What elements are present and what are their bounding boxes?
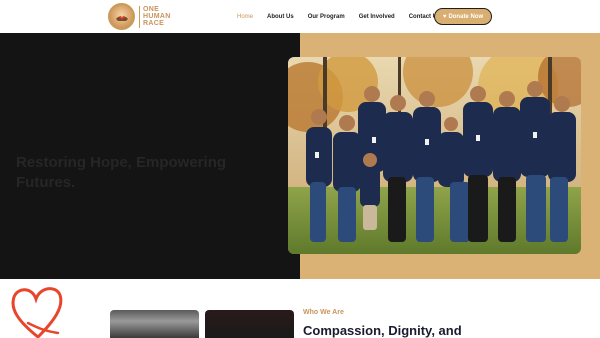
logo-line-3: RACE (143, 20, 165, 27)
logo-line-1: ONE (143, 6, 160, 13)
heart-outline-icon (11, 287, 63, 338)
logo-divider (139, 5, 140, 28)
section-title: Compassion, Dignity, and (303, 323, 462, 338)
donate-label: Donate Now (448, 13, 484, 20)
site-logo[interactable]: ONE HUMAN RACE (108, 3, 171, 30)
section-eyebrow: Who We Are (303, 309, 344, 316)
nav-home[interactable]: Home (237, 14, 253, 20)
main-nav: Home About Us Our Program Get Involved C… (230, 0, 447, 33)
hero-dark-panel: Restoring Hope, Empowering Futures. (0, 33, 300, 279)
nav-our-program[interactable]: Our Program (308, 14, 345, 20)
hero-group-photo (288, 57, 581, 254)
logo-wordmark: ONE HUMAN RACE (143, 6, 171, 27)
who-we-are-section: Who We Are Compassion, Dignity, and (0, 279, 600, 338)
program-photo-1 (110, 310, 199, 338)
site-header: ONE HUMAN RACE Home About Us Our Program… (0, 0, 600, 33)
nav-get-involved[interactable]: Get Involved (359, 14, 395, 20)
donate-now-button[interactable]: ♥ Donate Now (434, 8, 492, 25)
hero-section: Restoring Hope, Empowering Futures. (0, 33, 600, 279)
program-photo-2 (205, 310, 294, 338)
logo-line-2: HUMAN (143, 13, 171, 20)
hands-heart-logo-icon (108, 3, 135, 30)
hero-title: Restoring Hope, Empowering Futures. (16, 154, 227, 191)
heart-icon: ♥ (442, 13, 447, 20)
nav-about-us[interactable]: About Us (267, 14, 294, 20)
